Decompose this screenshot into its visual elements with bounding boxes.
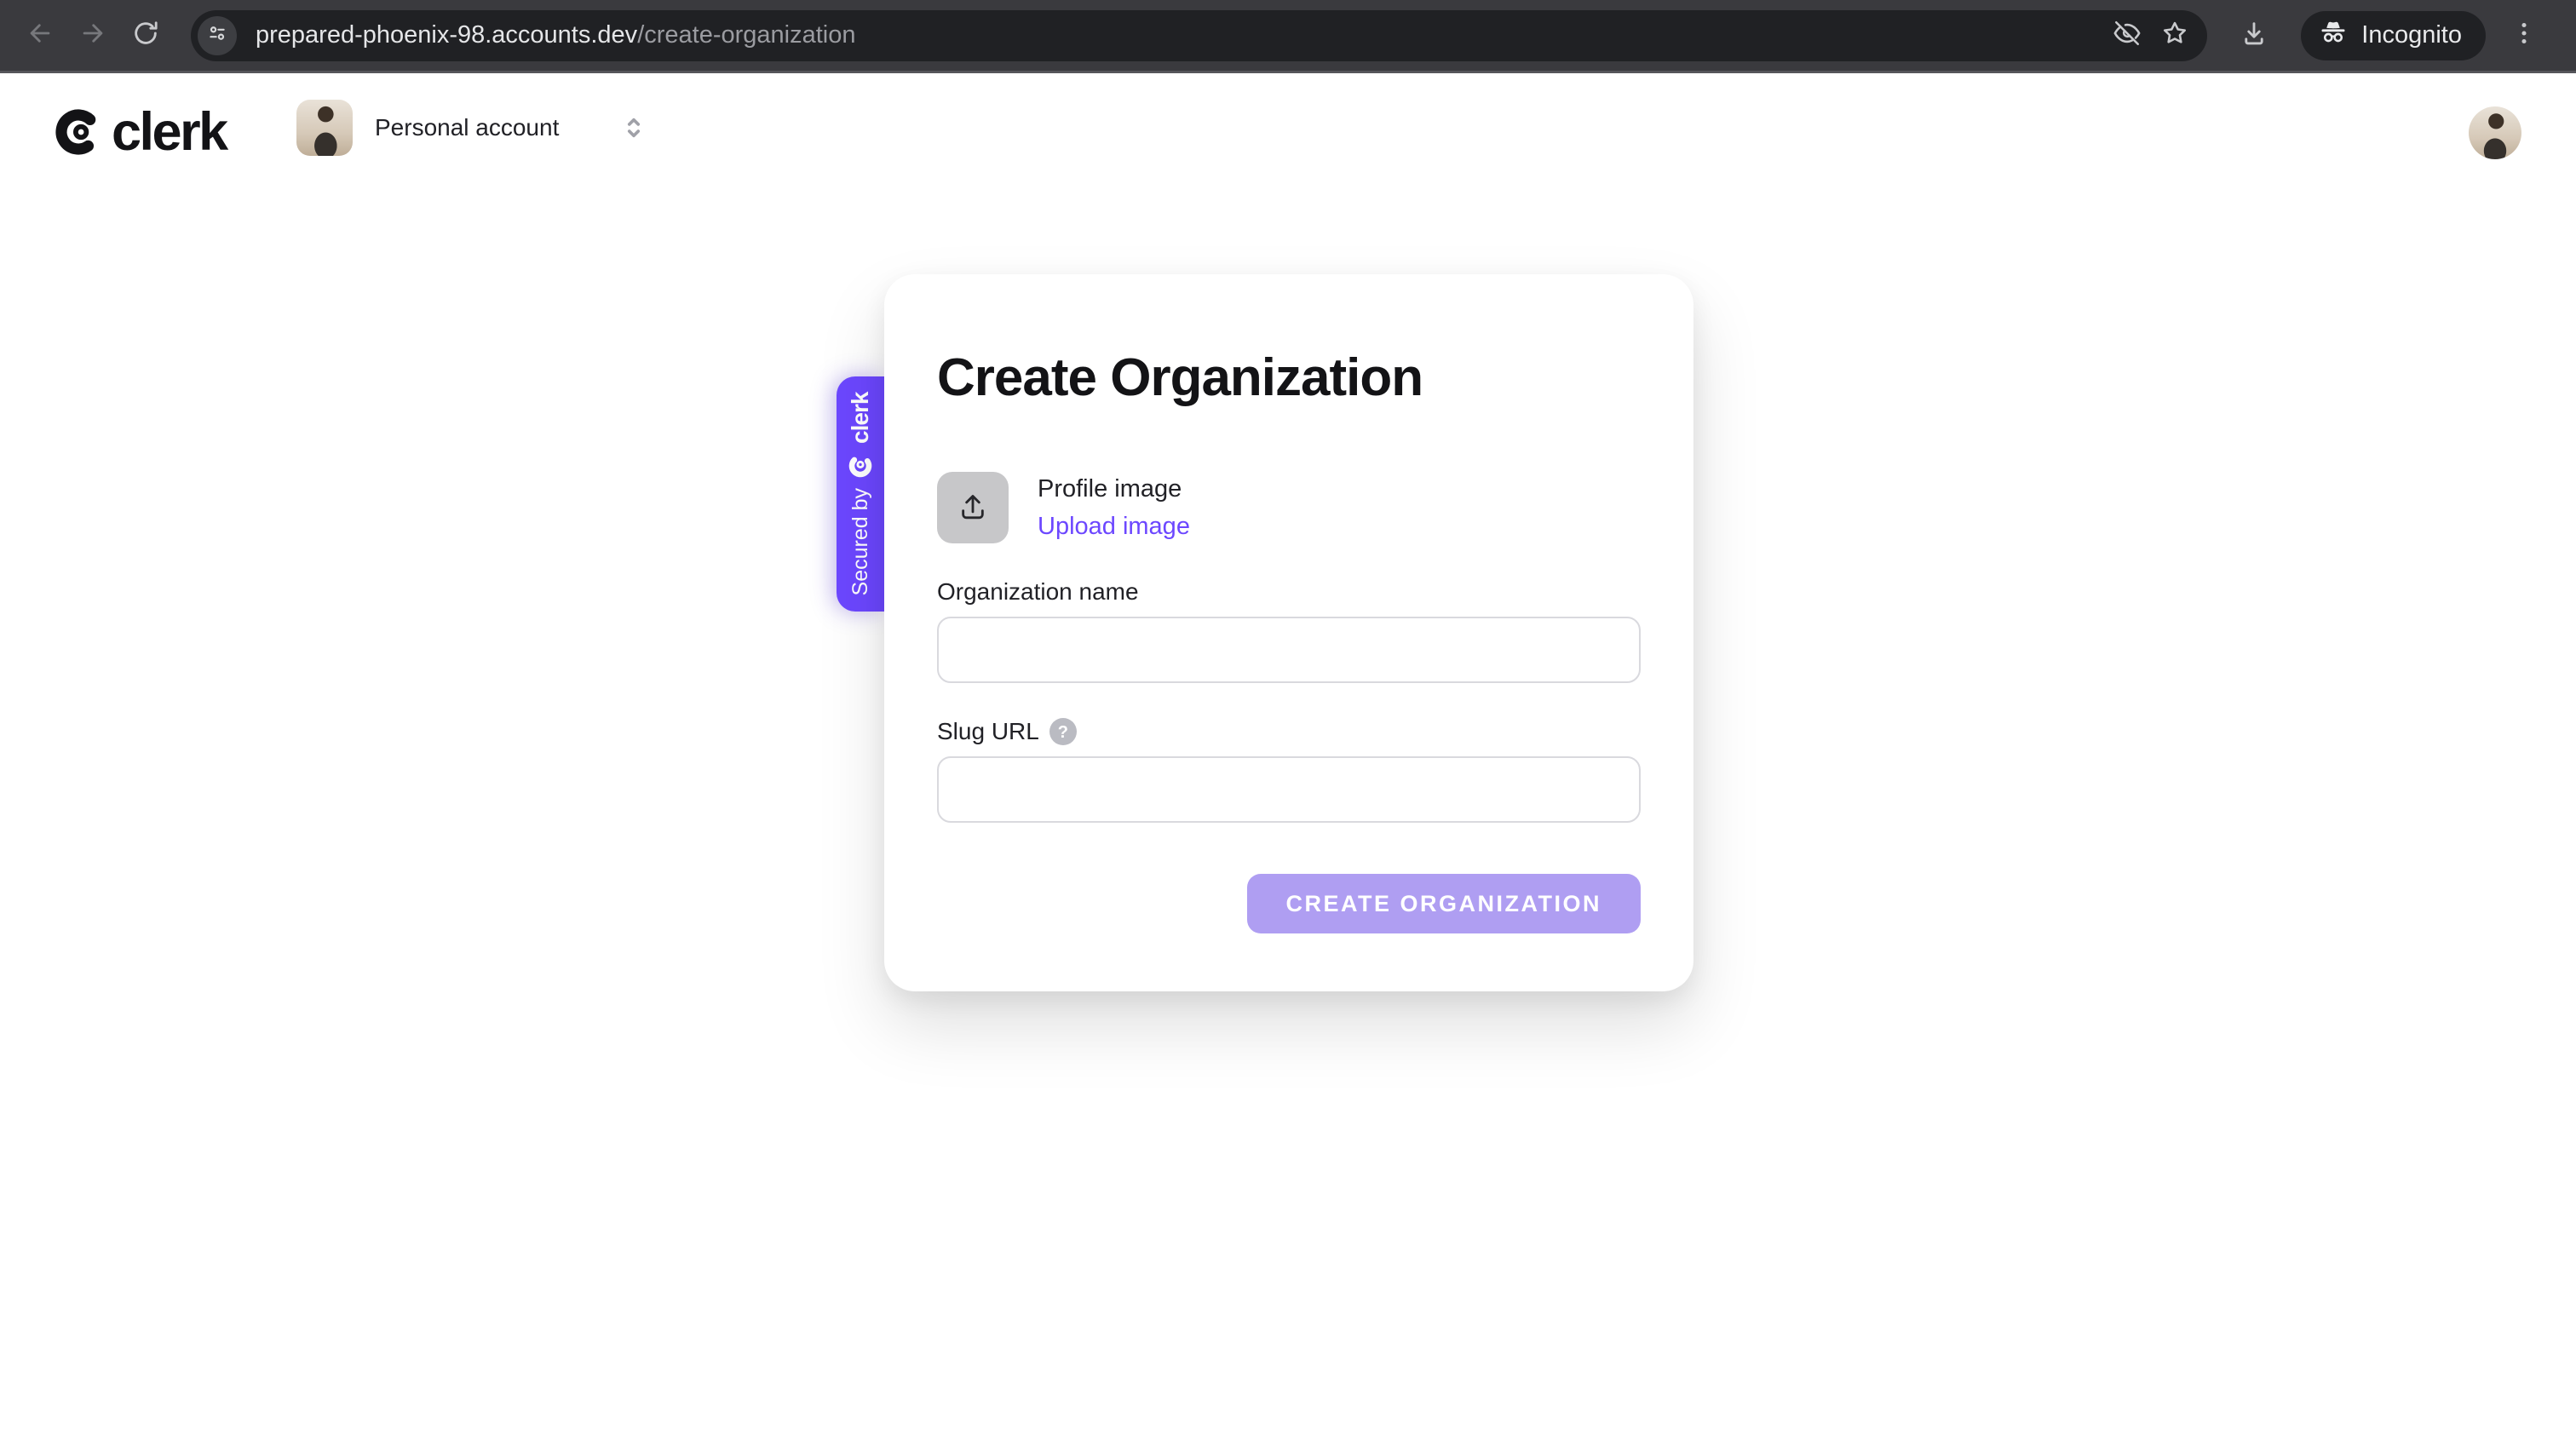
account-switcher[interactable]: Personal account: [296, 100, 649, 156]
create-organization-button[interactable]: CREATE ORGANIZATION: [1246, 874, 1641, 933]
avatar: [296, 100, 353, 156]
url-text: prepared-phoenix-98.accounts.dev/create-…: [256, 21, 856, 49]
upload-image-link[interactable]: Upload image: [1038, 513, 1190, 541]
clerk-wordmark: clerk: [112, 102, 228, 162]
slug-url-label: Slug URL ?: [937, 717, 1641, 746]
organization-name-input[interactable]: [937, 617, 1641, 683]
profile-image-row: Profile image Upload image: [937, 472, 1641, 543]
incognito-label: Incognito: [2361, 21, 2462, 49]
page-title: Create Organization: [937, 348, 1423, 407]
forward-arrow-icon: [78, 19, 107, 52]
profile-image-label: Profile image: [1038, 474, 1182, 503]
site-controls-button[interactable]: [198, 15, 237, 55]
forward-button[interactable]: [66, 9, 119, 62]
user-menu-avatar[interactable]: [2469, 106, 2521, 159]
eye-off-icon: [2113, 19, 2142, 52]
secured-by-clerk-badge[interactable]: Secured by clerk: [837, 376, 884, 612]
secured-by-label: Secured by: [848, 487, 872, 596]
browser-menu-button[interactable]: [2498, 9, 2550, 62]
bookmark-button[interactable]: [2151, 12, 2199, 60]
browser-toolbar: prepared-phoenix-98.accounts.dev/create-…: [0, 0, 2576, 73]
download-icon: [2240, 19, 2268, 52]
clerk-logo[interactable]: clerk: [53, 101, 228, 163]
incognito-icon: [2318, 17, 2349, 55]
star-icon: [2160, 19, 2189, 52]
create-organization-card: Create Organization Profile image Upload…: [884, 274, 1693, 991]
incognito-badge: Incognito: [2301, 10, 2486, 60]
clerk-logo-icon: [848, 453, 873, 479]
downloads-button[interactable]: [2228, 9, 2280, 62]
site-controls-icon: [205, 21, 229, 49]
profile-image-upload-button[interactable]: [937, 472, 1009, 543]
submit-row: CREATE ORGANIZATION: [937, 874, 1641, 933]
back-arrow-icon: [26, 19, 55, 52]
privacy-toggle-button[interactable]: [2103, 12, 2151, 60]
help-icon[interactable]: ?: [1049, 718, 1077, 745]
slug-url-input[interactable]: [937, 756, 1641, 823]
organization-name-label: Organization name: [937, 578, 1139, 605]
profile-image-texts: Profile image Upload image: [1038, 475, 1190, 541]
kebab-menu-icon: [2510, 19, 2539, 52]
upload-icon: [956, 490, 990, 526]
back-button[interactable]: [14, 9, 66, 62]
clerk-logo-icon: [53, 106, 104, 158]
page-header: clerk Personal account: [0, 76, 2576, 187]
url-path: /create-organization: [637, 21, 856, 49]
secured-by-brand: clerk: [847, 392, 873, 444]
url-domain: prepared-phoenix-98.accounts.dev: [256, 21, 638, 49]
account-switcher-label: Personal account: [375, 114, 560, 141]
url-bar[interactable]: prepared-phoenix-98.accounts.dev/create-…: [191, 9, 2208, 61]
reload-button[interactable]: [119, 9, 172, 62]
chevron-up-down-icon: [618, 112, 649, 143]
reload-icon: [131, 19, 160, 52]
